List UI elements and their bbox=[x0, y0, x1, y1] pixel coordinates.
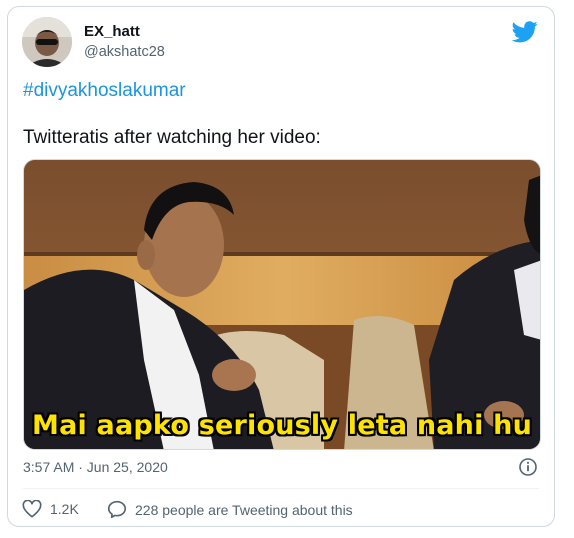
like-count: 1.2K bbox=[50, 501, 79, 517]
info-icon[interactable] bbox=[518, 457, 538, 477]
twitter-bird-icon[interactable] bbox=[512, 21, 538, 43]
tweet-timestamp[interactable]: 3:57 AM · Jun 25, 2020 bbox=[23, 459, 168, 475]
speech-bubble-icon bbox=[107, 500, 127, 519]
hashtag-link[interactable]: #divyakhoslakumar bbox=[23, 80, 186, 102]
conversation-link[interactable]: 228 people are Tweeting about this bbox=[107, 500, 353, 519]
author-handle[interactable]: @akshatc28 bbox=[84, 44, 165, 60]
tweet-media[interactable]: Mai aapko seriously leta nahi hu bbox=[23, 159, 541, 450]
heart-icon bbox=[22, 500, 42, 518]
like-button[interactable]: 1.2K bbox=[22, 500, 79, 518]
tweet-card[interactable]: EX_hatt @akshatc28 #divyakhoslakumar Twi… bbox=[7, 6, 555, 527]
divider bbox=[23, 488, 539, 489]
conversation-text: 228 people are Tweeting about this bbox=[135, 501, 353, 518]
tweet-text: Twitteratis after watching her video: bbox=[23, 127, 321, 148]
video-frame-image bbox=[24, 160, 540, 449]
meme-caption: Mai aapko seriously leta nahi hu bbox=[32, 410, 532, 441]
author-name[interactable]: EX_hatt bbox=[84, 23, 140, 40]
avatar-image bbox=[22, 17, 72, 67]
avatar[interactable] bbox=[22, 17, 72, 67]
